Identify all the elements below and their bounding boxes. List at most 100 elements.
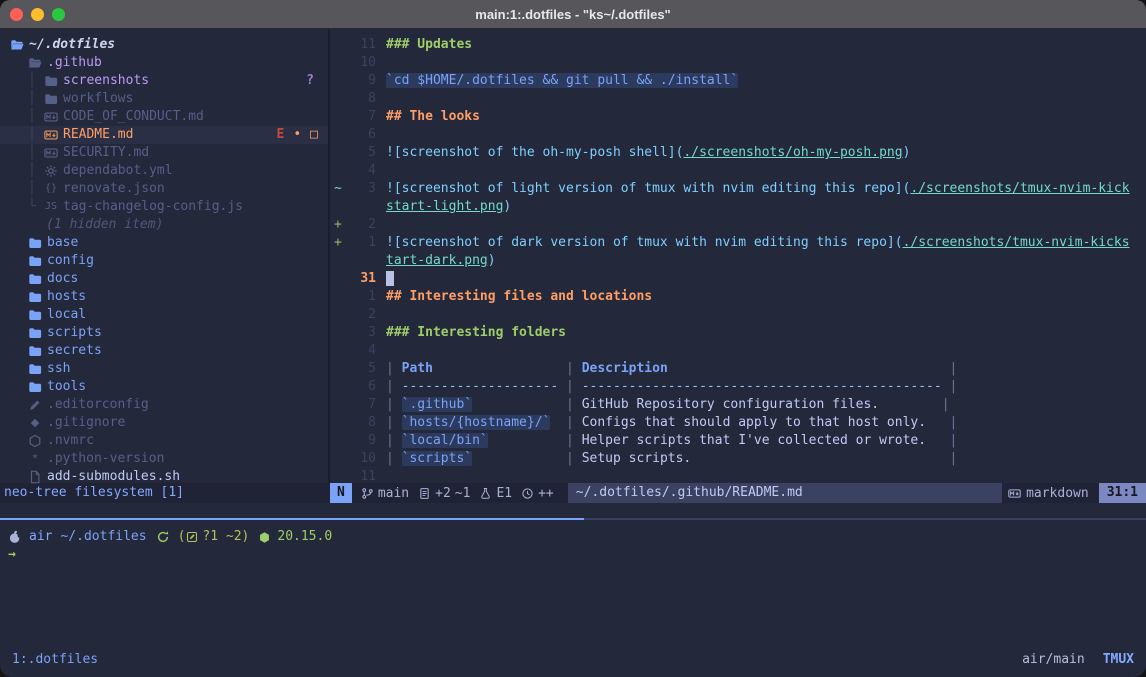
gitsign-column xyxy=(330,288,348,306)
tree-item-tools[interactable]: tools xyxy=(0,378,328,396)
shell-pane[interactable]: air ~/.dotfiles ( ?1 ~2 ) 20.15.0 → xyxy=(0,520,1146,564)
editor-line[interactable]: 1## Interesting files and locations xyxy=(330,288,1146,306)
js-icon: JS xyxy=(44,198,58,216)
line-text xyxy=(386,270,394,288)
tree-item-add-submodules.sh[interactable]: add-submodules.sh xyxy=(0,468,328,486)
editor-line[interactable]: 6 xyxy=(330,126,1146,144)
tree-item-renovate.json[interactable]: │{}renovate.json xyxy=(0,180,328,198)
gitsign-column xyxy=(330,468,348,483)
tree-item-local[interactable]: local xyxy=(0,306,328,324)
editor-line[interactable]: 31 xyxy=(330,270,1146,288)
editor-line[interactable]: 11### Updates xyxy=(330,36,1146,54)
tree-item-config[interactable]: config xyxy=(0,252,328,270)
diagnostics-count: E1 xyxy=(496,486,512,501)
tree-item-.github[interactable]: .github xyxy=(0,54,328,72)
tree-item-base[interactable]: base xyxy=(0,234,328,252)
tree-item-label: README.md xyxy=(63,126,133,144)
editor-line[interactable]: +1![screenshot of dark version of tmux w… xyxy=(330,234,1146,252)
editor-line[interactable]: 9| `local/bin` | Helper scripts that I'v… xyxy=(330,432,1146,450)
prompt-input-line[interactable]: → xyxy=(8,546,1146,564)
tree-item-secrets[interactable]: secrets xyxy=(0,342,328,360)
line-text: ### Updates xyxy=(386,36,472,54)
tree-item-readme.md[interactable]: │README.mdE•□ xyxy=(0,126,328,144)
gitsign-column xyxy=(330,342,348,360)
tree-item-.gitignore[interactable]: .gitignore xyxy=(0,414,328,432)
editor-line[interactable]: start-light.png) xyxy=(330,198,1146,216)
editor-line[interactable]: 4 xyxy=(330,162,1146,180)
tree-item-label: base xyxy=(47,234,78,252)
error-mark: E xyxy=(277,126,285,144)
tree-item-.python-version[interactable]: *.python-version xyxy=(0,450,328,468)
editor-line[interactable]: 6| -------------------- | --------------… xyxy=(330,378,1146,396)
tree-item-security.md[interactable]: │SECURITY.md xyxy=(0,144,328,162)
tree-item-.nvmrc[interactable]: .nvmrc xyxy=(0,432,328,450)
editor-line[interactable]: 10| `scripts` | Setup scripts. | xyxy=(330,450,1146,468)
editor-line[interactable]: 9`cd $HOME/.dotfiles && git pull && ./in… xyxy=(330,72,1146,90)
tmux-pane-border[interactable] xyxy=(0,518,1146,520)
editor-line[interactable]: tart-dark.png) xyxy=(330,252,1146,270)
tree-item-label: scripts xyxy=(47,324,102,342)
gitsign-column xyxy=(330,414,348,432)
tree-item-label: docs xyxy=(47,270,78,288)
inactive-pane-border-segment xyxy=(584,518,1146,520)
tree-item-tag-changelog-config.js[interactable]: └JStag-changelog-config.js xyxy=(0,198,328,216)
indent-guide: │ xyxy=(28,180,44,198)
diff-changed: ~1 xyxy=(455,486,471,501)
tree-item--.dotfiles[interactable]: ~/.dotfiles xyxy=(0,36,328,54)
indent-guide: │ xyxy=(28,126,44,144)
md-icon xyxy=(44,146,58,160)
folder-icon xyxy=(28,344,42,358)
editor-line[interactable]: 3### Interesting folders xyxy=(330,324,1146,342)
editor-line[interactable]: 5![screenshot of the oh-my-posh shell](.… xyxy=(330,144,1146,162)
tree-item-screenshots[interactable]: │screenshots? xyxy=(0,72,328,90)
nvim-pane: ~/.dotfiles.github│screenshots?│workflow… xyxy=(0,29,1146,483)
editor-line[interactable]: 8| `hosts/{hostname}/` | Configs that sh… xyxy=(330,414,1146,432)
line-number: 3 xyxy=(348,180,376,198)
tree-item-.editorconfig[interactable]: .editorconfig xyxy=(0,396,328,414)
tree-item-docs[interactable]: docs xyxy=(0,270,328,288)
zoom-button[interactable] xyxy=(52,8,65,21)
tree-item-scripts[interactable]: scripts xyxy=(0,324,328,342)
git-branch-icon xyxy=(361,487,374,500)
gitsign-column xyxy=(330,198,348,216)
neo-tree-sidebar[interactable]: ~/.dotfiles.github│screenshots?│workflow… xyxy=(0,29,330,483)
editor-line[interactable]: ~3![screenshot of light version of tmux … xyxy=(330,180,1146,198)
tree-item-workflows[interactable]: │workflows xyxy=(0,90,328,108)
folder-icon xyxy=(28,236,42,250)
editor-line[interactable]: 11 xyxy=(330,468,1146,483)
git-branch-segment: main xyxy=(361,486,409,501)
editor-line[interactable]: 7| `.github` | GitHub Repository configu… xyxy=(330,396,1146,414)
gitsign-column xyxy=(330,144,348,162)
diff-segment: +2 ~1 xyxy=(418,486,470,501)
md-icon xyxy=(44,128,58,142)
tree-item--1-hidden-item-[interactable]: (1 hidden item) xyxy=(0,216,328,234)
editor-line[interactable]: 7## The looks xyxy=(330,108,1146,126)
tmux-window-tab[interactable]: 1:.dotfiles xyxy=(12,652,98,667)
editor-line[interactable]: +2 xyxy=(330,216,1146,234)
branch-name: main xyxy=(378,486,409,501)
tree-item-dependabot.yml[interactable]: │dependabot.yml xyxy=(0,162,328,180)
editor-line[interactable]: 8 xyxy=(330,90,1146,108)
extra-flags: ++ xyxy=(538,486,554,501)
folder-icon xyxy=(28,290,42,304)
line-number: 5 xyxy=(348,360,376,378)
line-number: 2 xyxy=(348,306,376,324)
folder-open-icon xyxy=(10,38,24,52)
line-number: 10 xyxy=(348,54,376,72)
folder-icon xyxy=(28,380,42,394)
editor-line[interactable]: 2 xyxy=(330,306,1146,324)
editor-line[interactable]: 10 xyxy=(330,54,1146,72)
editor-buffer[interactable]: 11### Updates 10 9`cd $HOME/.dotfiles &&… xyxy=(330,29,1146,483)
close-button[interactable] xyxy=(10,8,23,21)
minimize-button[interactable] xyxy=(31,8,44,21)
editor-line[interactable]: 5| Path | Description | xyxy=(330,360,1146,378)
tree-item-hosts[interactable]: hosts xyxy=(0,288,328,306)
line-number: 6 xyxy=(348,126,376,144)
prompt-char: → xyxy=(8,546,16,564)
tree-item-code-of-conduct.md[interactable]: │CODE_OF_CONDUCT.md xyxy=(0,108,328,126)
file-path: ~/.dotfiles/.github/README.md xyxy=(568,483,1002,503)
gear-icon xyxy=(44,164,58,178)
tree-item-ssh[interactable]: ssh xyxy=(0,360,328,378)
tree-item-label: ~/.dotfiles xyxy=(29,36,115,54)
editor-line[interactable]: 4 xyxy=(330,342,1146,360)
